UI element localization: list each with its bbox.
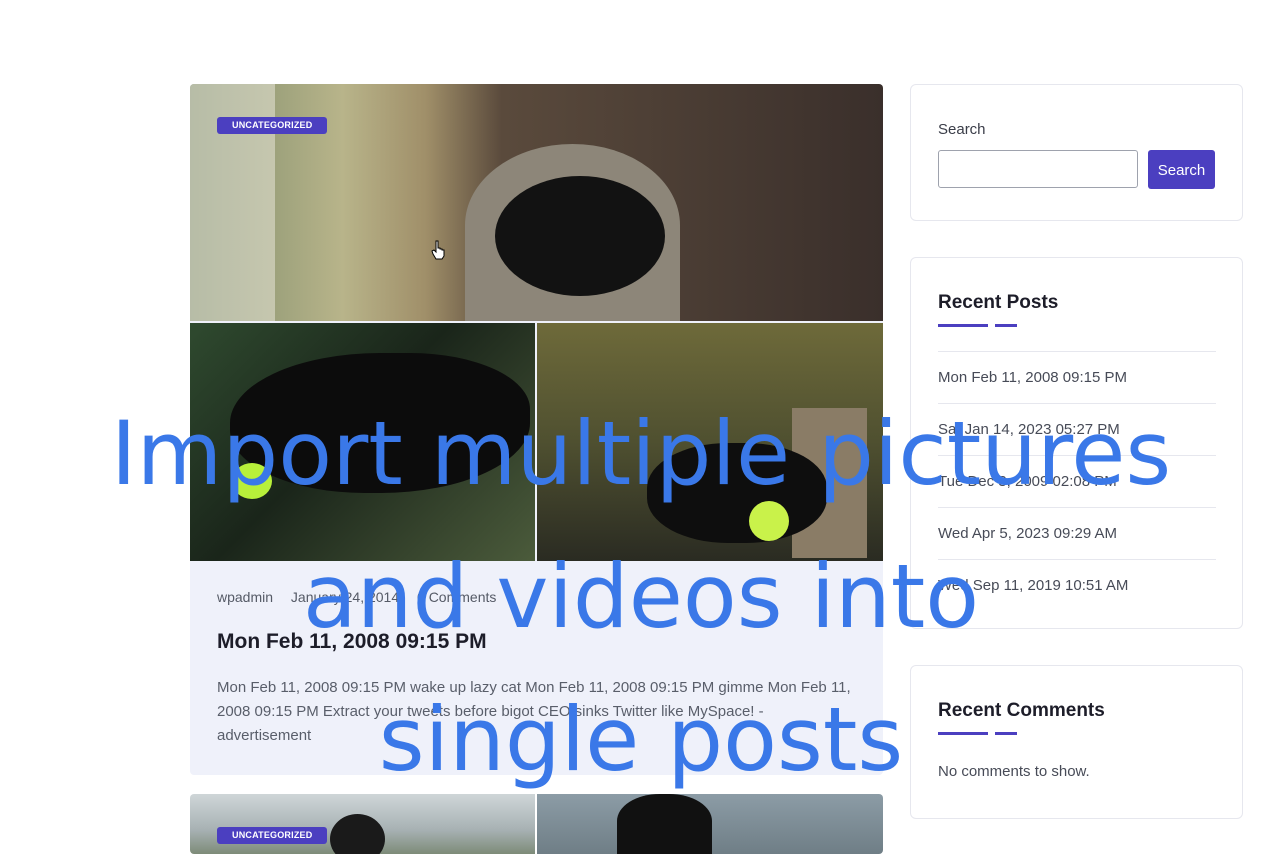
post-author[interactable]: wpadmin (217, 589, 273, 605)
photo-cat (495, 176, 665, 296)
category-badge[interactable]: UNCATEGORIZED (217, 827, 328, 844)
recent-posts-title: Recent Posts (938, 292, 1059, 313)
photo-person (330, 814, 385, 854)
title-underline (938, 324, 1018, 327)
gallery-image-cat-on-post[interactable] (537, 323, 883, 561)
next-post-image-1[interactable] (190, 794, 535, 854)
post-excerpt: Mon Feb 11, 2008 09:15 PM wake up lazy c… (217, 679, 851, 744)
category-badge[interactable]: UNCATEGORIZED (217, 117, 328, 134)
gallery-image-cat-with-ball[interactable] (190, 323, 535, 561)
post-gallery[interactable]: UNCATEGORIZED (190, 84, 883, 561)
post-title[interactable]: Mon Feb 11, 2008 09:15 PM (217, 630, 487, 654)
search-widget: Search Search (910, 84, 1243, 221)
post-meta: wpadmin January 24, 2014 0 Comments (217, 589, 510, 605)
recent-post-link[interactable]: Wed Apr 5, 2023 09:29 AM (938, 507, 1216, 559)
photo-cat (230, 353, 530, 493)
search-input[interactable] (938, 150, 1138, 188)
photo-person (617, 794, 712, 854)
photo-tennis-ball (749, 501, 789, 541)
post-comments-count[interactable]: 0 Comments (417, 589, 496, 605)
search-label: Search (938, 121, 986, 138)
next-post-card: UNCATEGORIZED (190, 794, 883, 854)
post-date[interactable]: January 24, 2014 (291, 589, 399, 605)
hand-cursor-icon (431, 240, 445, 260)
recent-comments-widget: Recent Comments No comments to show. (910, 665, 1243, 819)
title-underline (938, 732, 1018, 735)
recent-posts-widget: Recent Posts Mon Feb 11, 2008 09:15 PM S… (910, 257, 1243, 629)
search-button[interactable]: Search (1148, 150, 1215, 189)
no-comments-text: No comments to show. (938, 763, 1090, 780)
recent-post-link[interactable]: Wed Sep 11, 2019 10:51 AM (938, 559, 1216, 611)
recent-post-link[interactable]: Tue Dec 8, 2009 02:08 PM (938, 455, 1216, 507)
next-post-image-2[interactable] (537, 794, 883, 854)
post-card: UNCATEGORIZED wpadmin January 24, 2014 0… (190, 84, 883, 775)
photo-cat (647, 443, 827, 543)
recent-post-link[interactable]: Sat Jan 14, 2023 05:27 PM (938, 403, 1216, 455)
recent-post-link[interactable]: Mon Feb 11, 2008 09:15 PM (938, 351, 1216, 403)
recent-comments-title: Recent Comments (938, 700, 1105, 721)
recent-posts-list: Mon Feb 11, 2008 09:15 PM Sat Jan 14, 20… (938, 351, 1216, 611)
photo-tennis-ball (232, 463, 272, 499)
